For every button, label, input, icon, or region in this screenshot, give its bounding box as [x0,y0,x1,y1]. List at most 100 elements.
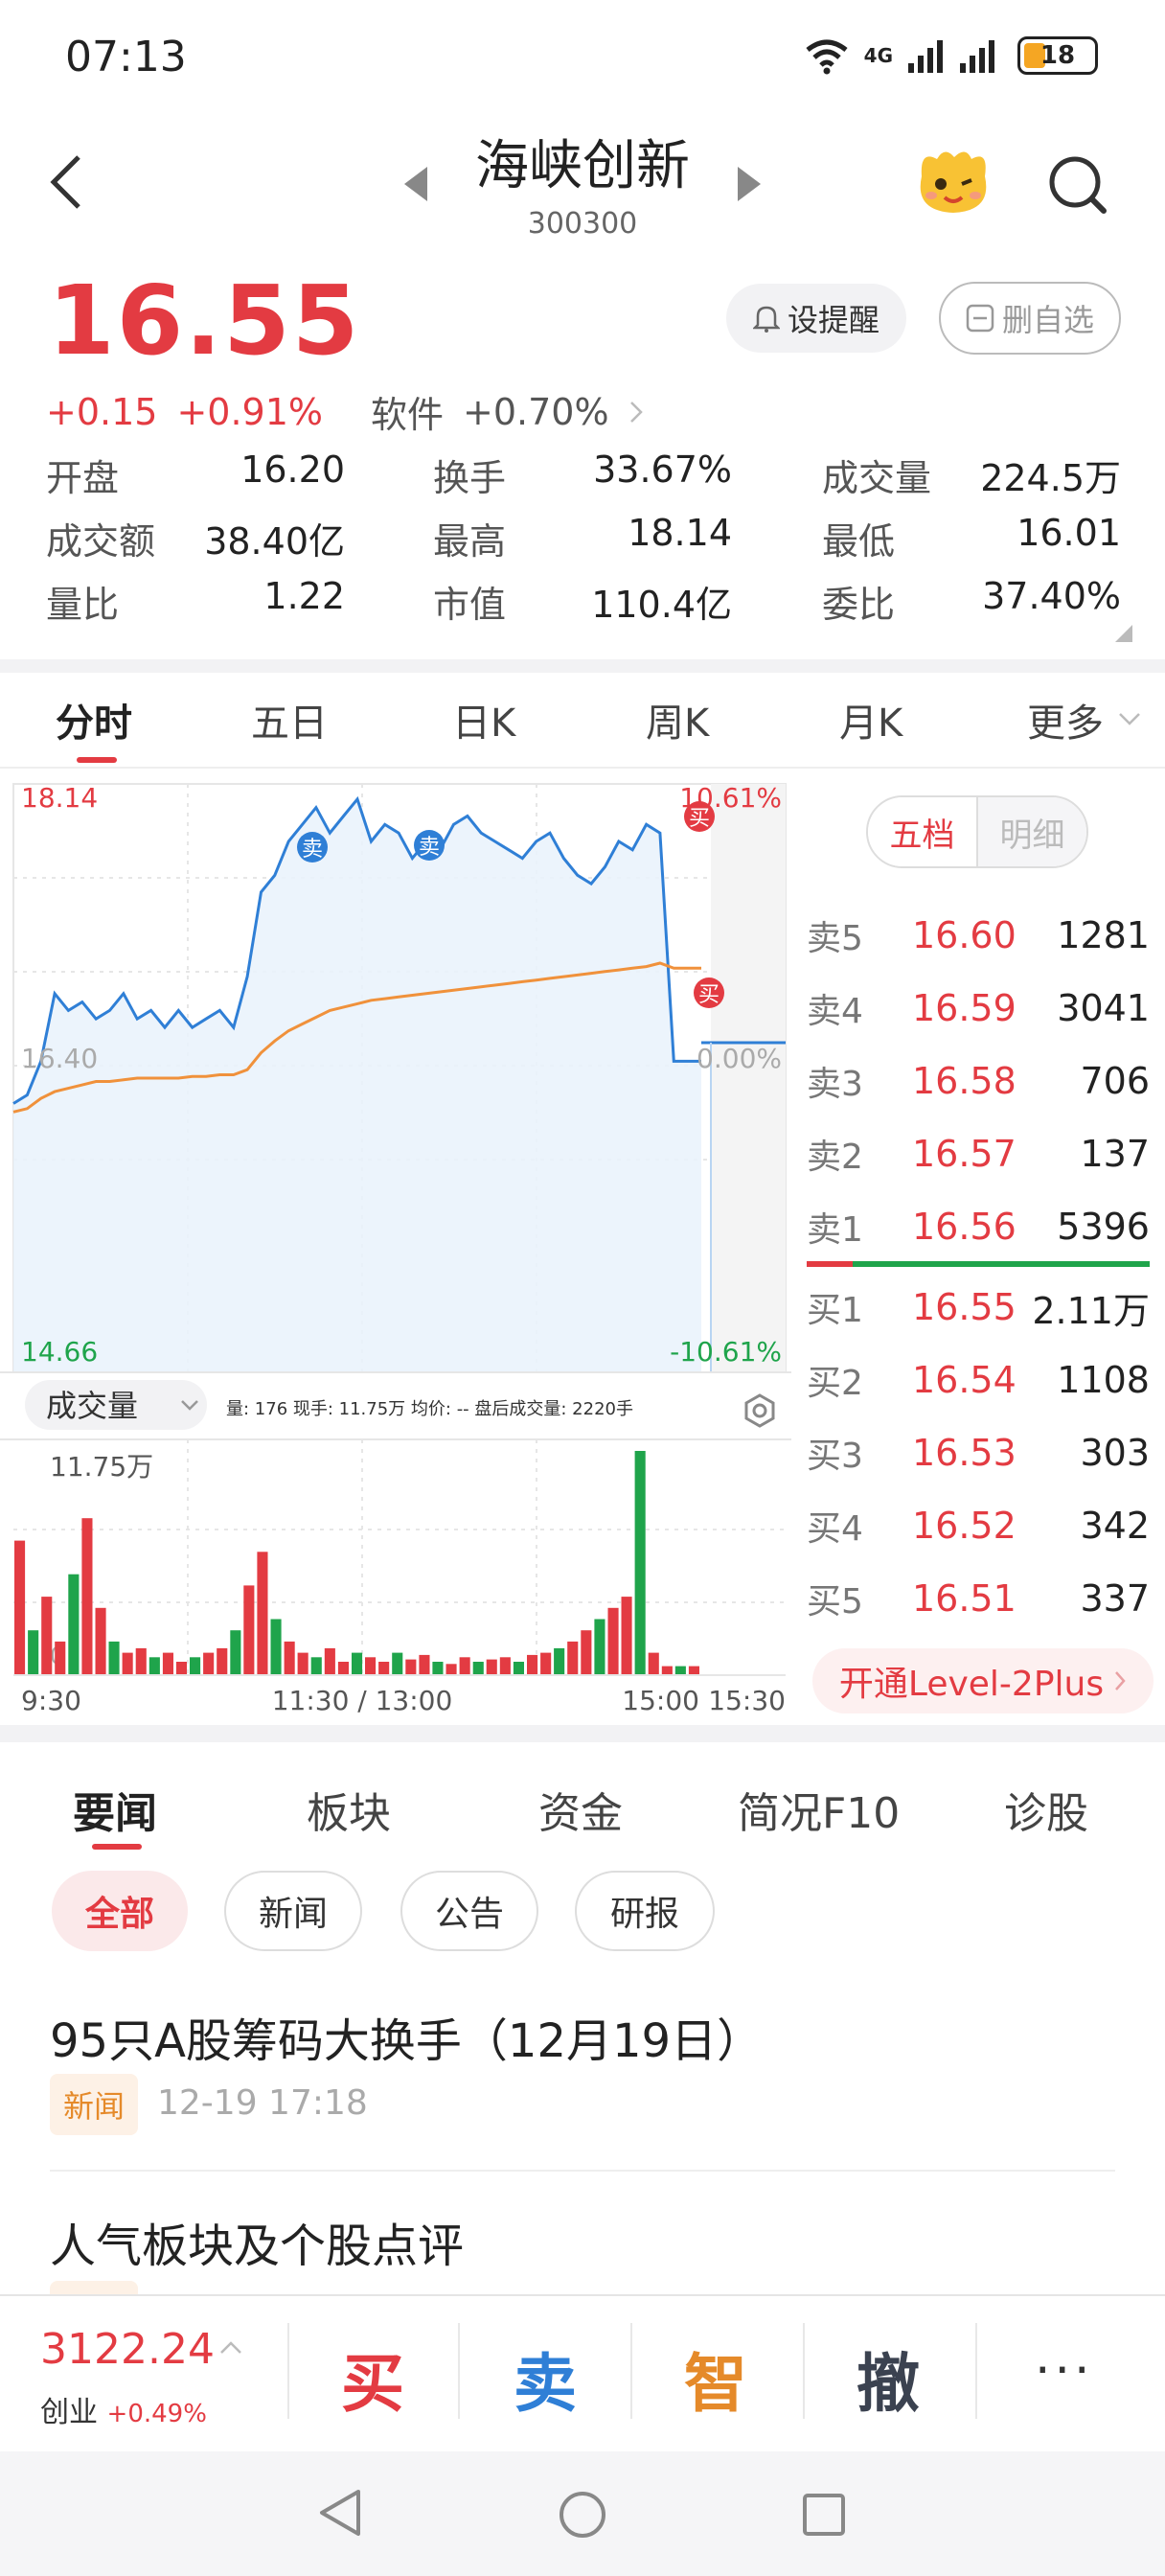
ask-row[interactable]: 卖4 16.59 3041 [807,972,1150,1045]
remove-watchlist-button[interactable]: 删自选 [939,282,1121,355]
tab-monthly-k[interactable]: 月K [839,692,902,748]
bid-label: 买5 [807,1582,863,1622]
volume-bar [310,1657,322,1675]
level2-upgrade-button[interactable]: 开通Level-2Plus [812,1648,1154,1714]
intraday-chart[interactable]: 18.14 16.40 14.66 10.61% 0.00% -10.61% 卖… [0,769,791,1717]
bid-row[interactable]: 买3 16.53 303 [807,1416,1150,1489]
chevron-up-icon[interactable] [218,2340,243,2356]
tab-five-levels[interactable]: 五档 [868,797,978,866]
search-icon[interactable] [1044,151,1111,218]
signal-icon-2 [960,40,994,73]
nav-back-icon[interactable] [316,2486,364,2540]
status-time: 07:13 [65,33,187,81]
sector-name[interactable]: 软件 [371,385,444,438]
mascot-icon[interactable] [912,144,994,217]
stat-label: 委比 [822,584,896,626]
tab-more[interactable]: 更多 [1027,692,1104,748]
volume-bar [594,1619,605,1675]
bid-volume: 303 [1080,1432,1150,1474]
buy-marker[interactable]: 买 [694,978,724,1008]
index-info[interactable]: 创业 +0.49% [40,2388,207,2430]
bar-divider [803,2323,805,2419]
tab-profile-f10[interactable]: 简况F10 [738,1779,900,1840]
sell-marker[interactable]: 卖 [414,830,445,861]
change-row: +0.15 +0.91% 软件 +0.70% [46,385,644,438]
bid-row[interactable]: 买2 16.54 1108 [807,1344,1150,1416]
bid-row[interactable]: 买4 16.52 342 [807,1489,1150,1562]
ask-row[interactable]: 卖1 16.56 5396 [807,1190,1150,1263]
tab-capital[interactable]: 资金 [538,1779,623,1840]
set-alert-button[interactable]: 设提醒 [726,284,906,353]
volume-bar [162,1652,173,1675]
active-tab-indicator [77,757,117,763]
minus-box-icon [966,304,994,333]
next-stock-icon[interactable] [738,167,761,201]
time-start-label: 9:30 [21,1685,81,1716]
expand-corner-icon[interactable] [1115,625,1132,642]
volume-bar [148,1657,160,1675]
ask-row[interactable]: 卖3 16.58 706 [807,1045,1150,1117]
ask-price: 16.57 [912,1133,1017,1175]
order-book-toggle[interactable]: 五档 明细 [866,795,1088,868]
tab-weekly-k[interactable]: 周K [646,692,709,748]
stat-value-order-ratio: 37.40% [982,575,1121,617]
tab-diagnosis[interactable]: 诊股 [1004,1779,1088,1840]
ask-row[interactable]: 卖2 16.57 137 [807,1117,1150,1190]
ask-label: 卖5 [807,919,863,958]
sector-change[interactable]: +0.70% [463,391,609,433]
volume-bar [14,1540,26,1675]
filter-all[interactable]: 全部 [52,1871,188,1951]
volume-bars [14,1451,699,1675]
volume-bar [634,1451,646,1675]
price-change: +0.15 [46,390,158,433]
tab-trade-detail[interactable]: 明细 [978,797,1086,866]
volume-bar [230,1630,241,1675]
bid-price: 16.55 [912,1286,1017,1328]
bid-row[interactable]: 买1 16.55 2.11万 [807,1271,1150,1344]
tab-daily-k[interactable]: 日K [452,692,515,748]
volume-bar [81,1518,93,1675]
smart-trade-button[interactable]: 智 [684,2333,747,2425]
bar-divider [287,2323,289,2419]
price-mid-label: 16.40 [21,1043,98,1074]
volume-bar [486,1659,497,1675]
ask-row[interactable]: 卖5 16.60 1281 [807,899,1150,972]
buy-marker[interactable]: 买 [684,801,715,832]
volume-bar [55,1641,66,1675]
time-after-label: 15:30 [708,1685,786,1716]
news-divider [50,2170,1115,2172]
index-name: 创业 [40,2396,98,2429]
tab-five-day[interactable]: 五日 [251,692,328,748]
bid-row[interactable]: 买5 16.51 337 [807,1562,1150,1635]
ask-volume: 5396 [1057,1206,1150,1248]
news-item-title[interactable]: 人气板块及个股点评 [50,2208,464,2275]
stat-value-market-cap: 110.4亿 [591,584,732,626]
filter-research[interactable]: 研报 [575,1871,715,1951]
tab-intraday[interactable]: 分时 [56,692,132,748]
news-item-title[interactable]: 95只A股筹码大换手（12月19日） [50,2003,763,2070]
chevron-down-icon[interactable] [1117,711,1142,726]
filter-news[interactable]: 新闻 [224,1871,362,1951]
ask-label: 卖1 [807,1210,863,1250]
filter-announcements[interactable]: 公告 [400,1871,538,1951]
settings-icon[interactable] [744,1393,775,1428]
sell-button[interactable]: 卖 [514,2333,577,2425]
chevron-right-icon[interactable] [628,399,644,426]
buy-button[interactable]: 买 [341,2333,404,2425]
volume-bar [554,1647,565,1675]
nav-home-icon[interactable] [558,2490,607,2540]
cancel-order-button[interactable]: 撤 [857,2333,920,2425]
bid-volume: 337 [1080,1577,1150,1620]
news-item-tag: 新闻 [50,2074,139,2135]
tab-sector[interactable]: 板块 [307,1779,391,1840]
news-item-time: 12-19 17:18 [157,2083,368,2123]
volume-bar [499,1657,511,1675]
tab-headlines[interactable]: 要闻 [73,1779,157,1840]
status-icons: 4G 18 [803,34,1098,77]
ask-volume: 1281 [1057,914,1150,956]
more-button[interactable]: ··· [1035,2342,1094,2400]
sell-marker[interactable]: 卖 [297,832,328,862]
nav-recents-icon[interactable] [801,2492,847,2538]
index-value[interactable]: 3122.24 [40,2325,215,2374]
ask-volume: 706 [1080,1060,1150,1102]
